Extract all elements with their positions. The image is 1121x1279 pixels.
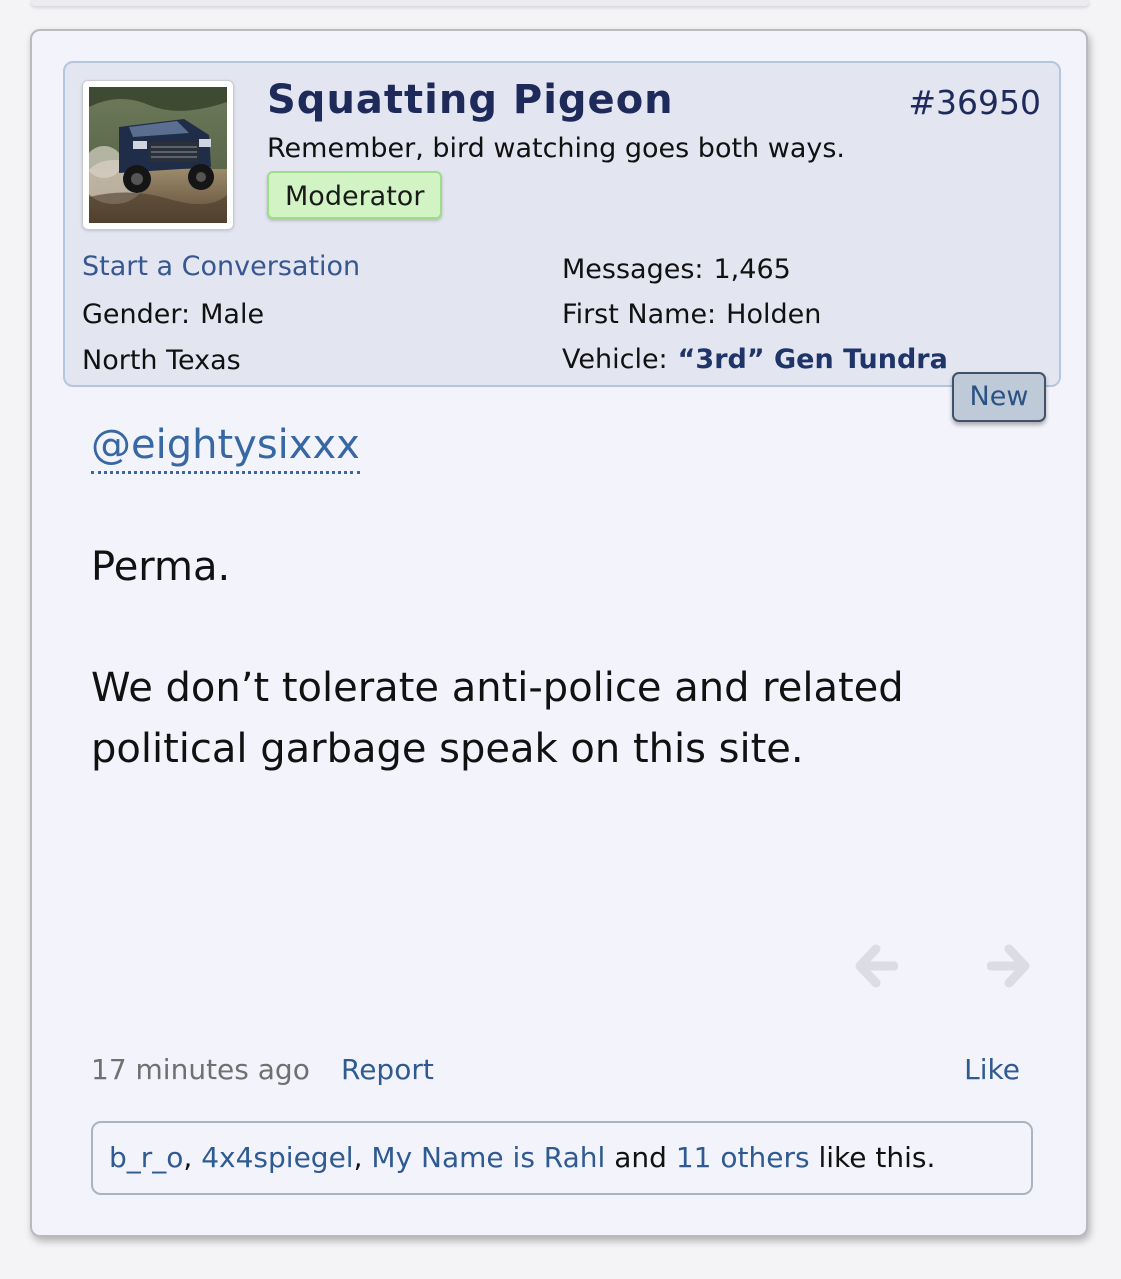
post-paragraph: We don’t tolerate anti-police and relate…	[91, 665, 904, 772]
arrow-right-icon[interactable]	[987, 943, 1033, 989]
avatar[interactable]	[82, 80, 234, 230]
user-mention-link[interactable]: @eightysixxx	[91, 419, 360, 474]
user-title: Remember, bird watching goes both ways.	[267, 133, 845, 164]
likes-separator: ,	[353, 1141, 372, 1174]
post-body: Perma. We don’t tolerate anti-police and…	[91, 537, 991, 780]
likes-suffix-text: like this.	[809, 1141, 936, 1174]
vehicle-label: Vehicle:	[562, 344, 668, 375]
gender-field: Gender: Male	[82, 299, 264, 330]
username[interactable]: Squatting Pigeon	[267, 77, 674, 123]
messages-field: Messages: 1,465	[562, 254, 791, 285]
moderator-badge: Moderator	[267, 171, 443, 219]
post-timestamp[interactable]: 17 minutes ago	[91, 1053, 310, 1086]
likes-summary: b_r_o, 4x4spiegel, My Name is Rahl and 1…	[91, 1121, 1033, 1195]
likes-and-text: and	[605, 1141, 676, 1174]
likes-others-link[interactable]: 11 others	[676, 1141, 810, 1174]
liker-link[interactable]: My Name is Rahl	[371, 1141, 605, 1174]
gender-value: Male	[200, 299, 265, 330]
first-name-field: First Name: Holden	[562, 299, 821, 330]
new-badge: New	[952, 372, 1046, 422]
like-button[interactable]: Like	[964, 1053, 1020, 1086]
post-paragraph: Perma.	[91, 544, 231, 590]
gender-label: Gender:	[82, 299, 191, 330]
liker-link[interactable]: 4x4spiegel	[201, 1141, 353, 1174]
previous-post-edge	[30, 0, 1090, 6]
post-card: Squatting Pigeon #36950 Remember, bird w…	[30, 29, 1088, 1237]
report-link[interactable]: Report	[341, 1053, 434, 1086]
arrow-left-icon[interactable]	[852, 943, 898, 989]
user-info-box: Squatting Pigeon #36950 Remember, bird w…	[63, 61, 1061, 387]
first-name-value: Holden	[726, 299, 822, 330]
liker-link[interactable]: b_r_o	[109, 1141, 183, 1174]
likes-separator: ,	[183, 1141, 202, 1174]
location: North Texas	[82, 345, 241, 376]
messages-label: Messages:	[562, 254, 704, 285]
start-conversation-link[interactable]: Start a Conversation	[82, 251, 360, 282]
first-name-label: First Name:	[562, 299, 717, 330]
vehicle-field: Vehicle: “3rd” Gen Tundra	[562, 344, 948, 375]
vehicle-value[interactable]: “3rd” Gen Tundra	[678, 344, 948, 375]
post-number[interactable]: #36950	[908, 83, 1041, 122]
messages-value: 1,465	[713, 254, 791, 285]
avatar-truck-image	[89, 87, 227, 223]
